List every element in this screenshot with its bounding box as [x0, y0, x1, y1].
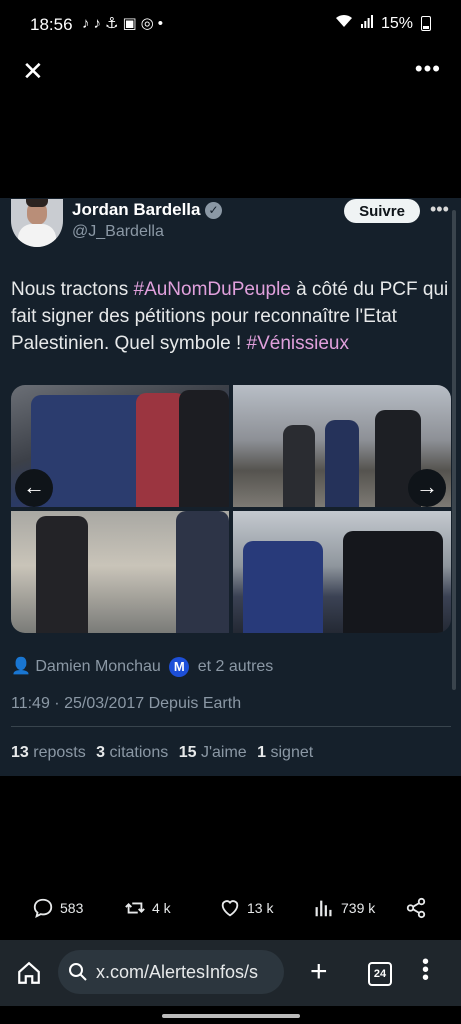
- close-icon[interactable]: ✕: [22, 58, 44, 84]
- share-icon: [406, 897, 426, 919]
- reposts-count[interactable]: 13: [11, 744, 29, 761]
- tweet-text-part: Nous tractons: [11, 279, 134, 300]
- action-bar: 583 4 k 13 k 739 k: [0, 897, 461, 925]
- reply-button[interactable]: 583: [32, 897, 83, 919]
- views-icon: [315, 900, 332, 917]
- scrollbar[interactable]: [452, 210, 456, 690]
- previous-arrow-icon[interactable]: ←: [15, 469, 53, 507]
- reposter-others: et 2 autres: [197, 658, 274, 675]
- next-arrow-icon[interactable]: →: [408, 469, 446, 507]
- verified-badge-icon: ✓: [205, 202, 222, 219]
- metro-badge-icon: M: [169, 656, 190, 677]
- citations-count[interactable]: 3: [96, 744, 105, 761]
- new-tab-icon[interactable]: +: [310, 955, 328, 989]
- photo-3[interactable]: [11, 511, 229, 633]
- citations-label[interactable]: citations: [110, 744, 169, 761]
- heart-icon: [221, 900, 239, 917]
- wifi-icon: [335, 14, 353, 33]
- more-options-icon[interactable]: •••: [415, 56, 441, 82]
- likes-count[interactable]: 15: [179, 744, 197, 761]
- bookmarks-label: signet: [270, 744, 314, 761]
- timestamp[interactable]: 11:49 · 25/03/2017 Depuis Earth: [11, 695, 241, 713]
- system-indicators: 15%: [335, 14, 431, 33]
- share-button[interactable]: [405, 897, 427, 919]
- repost-button[interactable]: 4 k: [124, 897, 171, 919]
- like-button[interactable]: 13 k: [219, 897, 273, 919]
- tweet-text: Nous tractons #AuNomDuPeuple à côté du P…: [11, 276, 451, 357]
- views-button[interactable]: 739 k: [313, 897, 375, 919]
- home-icon[interactable]: [16, 960, 42, 991]
- repost-count: 4 k: [152, 900, 171, 916]
- notification-icons: ♪♪⚓▣◎•: [82, 15, 167, 32]
- bookmarks-count: 1: [257, 744, 267, 761]
- media-grid: [11, 385, 451, 633]
- person-icon: 👤: [11, 658, 31, 675]
- browser-menu-icon[interactable]: • • •: [422, 952, 429, 988]
- battery-icon: [421, 16, 431, 31]
- author-handle[interactable]: @J_Bardella: [72, 223, 164, 241]
- like-count: 13 k: [247, 900, 274, 916]
- reply-icon: [33, 898, 53, 918]
- signal-icon: [360, 14, 373, 33]
- hashtag-link[interactable]: #AuNomDuPeuple: [134, 279, 291, 300]
- clock: 18:56: [30, 15, 73, 34]
- tweet-more-icon[interactable]: •••: [430, 199, 449, 220]
- site-info-icon[interactable]: [66, 960, 90, 989]
- engagement-stats: 13 reposts 3 citations 15 J'aime 1 signe…: [11, 744, 313, 762]
- avatar[interactable]: [11, 199, 63, 247]
- status-bar: 18:56 ♪♪⚓▣◎• 15%: [0, 0, 461, 50]
- tab-switcher-button[interactable]: 24: [368, 962, 392, 986]
- reposter-name: Damien Monchau: [35, 658, 161, 675]
- url-text[interactable]: x.com/AlertesInfos/s: [96, 962, 276, 983]
- hashtag-link[interactable]: #Vénissieux: [247, 333, 349, 354]
- reposts-label[interactable]: reposts: [33, 744, 85, 761]
- follow-button[interactable]: Suivre: [344, 199, 420, 223]
- photo-4[interactable]: [233, 511, 451, 633]
- author-name[interactable]: Jordan Bardella: [72, 200, 201, 220]
- repost-icon: [125, 902, 145, 914]
- battery-level: 15%: [380, 14, 413, 32]
- gesture-bar[interactable]: [162, 1014, 300, 1018]
- views-count: 739 k: [341, 900, 376, 916]
- reposted-by[interactable]: 👤 Damien Monchau M et 2 autres: [11, 656, 273, 677]
- likes-label[interactable]: J'aime: [201, 744, 247, 761]
- divider: [11, 726, 451, 727]
- reply-count: 583: [60, 900, 84, 916]
